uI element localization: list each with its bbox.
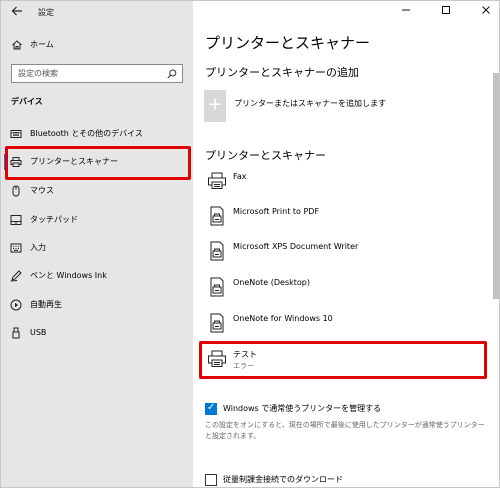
back-arrow-icon [11,6,22,16]
back-button[interactable] [9,5,25,21]
sidebar-item-input[interactable]: 入力 [1,236,193,260]
sidebar-item-label: 入力 [30,243,46,252]
sidebar-item-label: Bluetooth とその他のデバイス [30,129,143,138]
add-section-heading: プリンターとスキャナーの追加 [205,66,359,79]
document-printer-icon [210,277,224,297]
printer-item-xps-writer[interactable]: Microsoft XPS Document Writer [205,239,475,273]
add-printer-label: プリンターまたはスキャナーを追加します [234,99,386,108]
main-content: プリンターとスキャナー プリンターとスキャナーの追加 + プリンターまたはスキャ… [193,1,499,487]
sidebar-item-pen[interactable]: ペンと Windows Ink [1,264,193,288]
highlight-box [199,341,487,379]
home-icon [12,40,22,50]
close-icon [482,6,490,14]
printer-item-onenote-win10[interactable]: OneNote for Windows 10 [205,311,475,345]
sidebar-item-label: 自動再生 [30,300,62,309]
manage-default-label: Windows で通常使うプリンターを管理する [223,404,382,413]
sidebar-item-label: マウス [30,186,54,195]
printer-name: Microsoft XPS Document Writer [233,242,359,251]
fax-printer-icon [208,172,226,189]
sidebar-section-label: デバイス [11,97,43,106]
sidebar-item-usb[interactable]: USB [1,321,193,345]
minimize-icon [402,9,410,11]
checkmark-icon: ✓ [207,402,216,413]
list-section-heading: プリンターとスキャナー [205,149,326,162]
autoplay-icon [10,299,22,311]
minimize-button[interactable] [397,5,415,19]
sidebar: 設定 ホーム 設定の検索 デバイス Bluetooth とその他のデバイス プリ… [1,1,193,487]
touchpad-icon [10,215,22,225]
scrollbar-thumb[interactable] [493,73,499,299]
maximize-button[interactable] [437,5,455,19]
keyboard-icon [10,243,22,253]
printer-name: Fax [233,172,247,181]
metered-download-checkbox[interactable] [205,474,217,486]
search-input[interactable]: 設定の検索 [11,64,183,83]
search-placeholder: 設定の検索 [18,69,58,78]
printer-item-fax[interactable]: Fax [205,169,475,203]
usb-icon [12,327,20,339]
printer-name: OneNote (Desktop) [233,278,311,287]
document-printer-icon [210,241,224,261]
sidebar-item-label: ホーム [30,40,54,49]
settings-window: 設定 ホーム 設定の検索 デバイス Bluetooth とその他のデバイス プリ… [0,0,500,488]
window-controls [391,1,499,25]
close-button[interactable] [477,5,495,19]
printer-item-onenote-desktop[interactable]: OneNote (Desktop) [205,275,475,309]
sidebar-item-bluetooth[interactable]: Bluetooth とその他のデバイス [1,122,193,146]
app-title: 設定 [38,8,54,17]
mouse-icon [12,185,20,197]
pen-icon [10,270,22,282]
sidebar-item-autoplay[interactable]: 自動再生 [1,293,193,317]
sidebar-item-label: USB [30,328,47,337]
document-printer-icon [210,206,224,226]
sidebar-item-label: ペンと Windows Ink [30,271,107,280]
title-bar: 設定 [1,1,193,25]
page-title: プリンターとスキャナー [205,34,371,52]
plus-icon: + [207,94,223,115]
metered-download-label: 従量制課金接続でのダウンロード [223,475,343,484]
maximize-icon [442,6,450,14]
printer-item-print-to-pdf[interactable]: Microsoft Print to PDF [205,204,475,238]
bluetooth-devices-icon [10,130,22,138]
highlight-box [5,146,191,180]
sidebar-item-touchpad[interactable]: タッチパッド [1,208,193,232]
sidebar-item-label: タッチパッド [30,215,78,224]
manage-default-checkbox[interactable]: ✓ [205,402,217,415]
sidebar-item-mouse[interactable]: マウス [1,179,193,203]
printer-name: Microsoft Print to PDF [233,207,320,216]
search-icon [167,69,177,79]
document-printer-icon [210,313,224,333]
printer-name: OneNote for Windows 10 [233,314,333,323]
sidebar-item-home[interactable]: ホーム [1,37,193,55]
manage-default-description: この設定をオンにすると、現在の場所で最後に使用したプリンターが通常使うプリンター… [205,421,485,440]
